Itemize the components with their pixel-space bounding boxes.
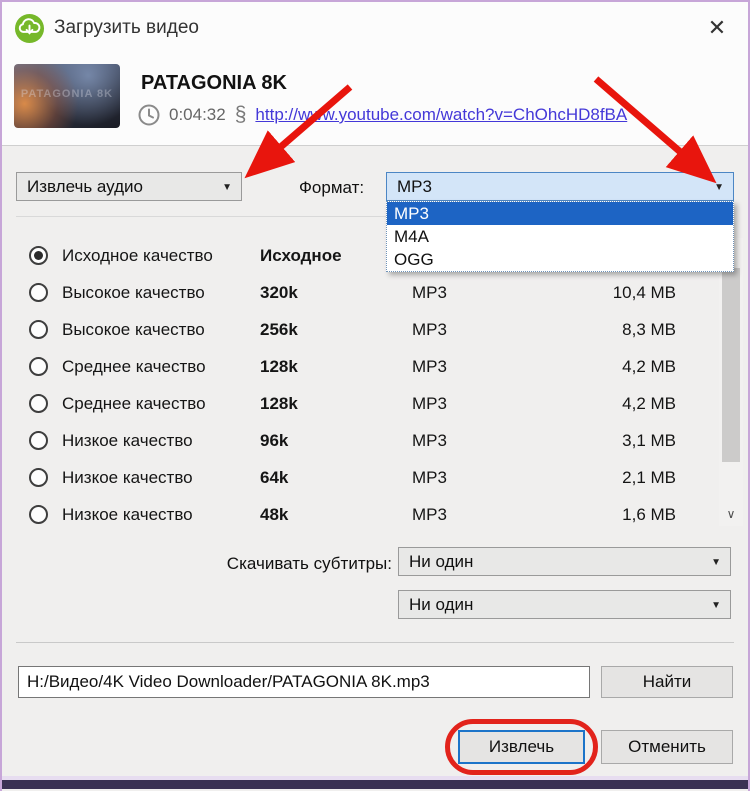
radio-unselected[interactable] [29,357,48,376]
radio-unselected[interactable] [29,468,48,487]
quality-bitrate: 256k [260,320,298,340]
chevron-down-icon: ▼ [711,557,721,568]
quality-bitrate: 320k [260,283,298,303]
chevron-down-icon: ▼ [714,182,724,193]
quality-size: 8,3 MB [536,320,676,340]
quality-size: 2,1 MB [536,468,676,488]
scrollbar[interactable]: ∧ ∨ [719,238,743,526]
format-option-ogg[interactable]: OGG [387,248,733,271]
clock-icon [138,104,160,126]
subtitles-select-1-value: Ни один [409,552,473,572]
format-option-mp3[interactable]: MP3 [387,202,733,225]
format-dropdown-popup: MP3 M4A OGG [386,201,734,272]
quality-bitrate: 128k [260,394,298,414]
radio-unselected[interactable] [29,505,48,524]
quality-row[interactable]: Низкое качество 64k MP3 2,1 MB [16,459,716,496]
close-icon[interactable]: ✕ [702,13,732,43]
quality-size: 10,4 MB [536,283,676,303]
radio-unselected[interactable] [29,431,48,450]
radio-selected[interactable] [29,246,48,265]
quality-row[interactable]: Среднее качество 128k MP3 4,2 MB [16,385,716,422]
radio-unselected[interactable] [29,394,48,413]
output-path-input[interactable] [18,666,590,698]
video-meta: 0:04:32 § http://www.youtube.com/watch?v… [138,102,627,128]
quality-bitrate: 48k [260,505,288,525]
format-label: Формат: [299,178,364,198]
extract-button[interactable]: Извлечь [458,730,585,764]
subtitles-select-2-value: Ни один [409,595,473,615]
format-option-m4a[interactable]: M4A [387,225,733,248]
subtitles-select-2[interactable]: Ни один ▼ [398,590,731,619]
divider [16,642,734,643]
quality-format: MP3 [412,505,447,525]
quality-row[interactable]: Высокое качество 256k MP3 8,3 MB [16,311,716,348]
quality-label: Высокое качество [62,320,205,340]
quality-label: Среднее качество [62,357,206,377]
browse-button[interactable]: Найти [601,666,733,698]
video-duration: 0:04:32 [169,105,226,125]
quality-bitrate: 128k [260,357,298,377]
quality-format: MP3 [412,394,447,414]
quality-label: Исходное качество [62,246,213,266]
bottom-bar-dark [2,780,748,789]
quality-row[interactable]: Высокое качество 320k MP3 10,4 MB [16,274,716,311]
quality-bitrate: 96k [260,431,288,451]
scrollbar-down-icon[interactable]: ∨ [719,502,743,526]
quality-row[interactable]: Низкое качество 48k MP3 1,6 MB [16,496,716,533]
link-icon: § [235,103,247,127]
format-select[interactable]: MP3 ▼ [386,172,734,201]
download-video-dialog: Загрузить видео ✕ PATAGONIA 8K PATAGONIA… [0,0,750,791]
chevron-down-icon: ▼ [222,182,232,193]
mode-select[interactable]: Извлечь аудио ▼ [16,172,242,201]
quality-label: Низкое качество [62,431,193,451]
quality-row[interactable]: Среднее качество 128k MP3 4,2 MB [16,348,716,385]
quality-label: Высокое качество [62,283,205,303]
mode-select-value: Извлечь аудио [27,177,143,197]
subtitles-select-1[interactable]: Ни один ▼ [398,547,731,576]
video-thumbnail: PATAGONIA 8K [14,64,120,128]
quality-size: 3,1 MB [536,431,676,451]
radio-unselected[interactable] [29,283,48,302]
video-url-link[interactable]: http://www.youtube.com/watch?v=ChOhcHD8f… [255,105,627,125]
quality-label: Среднее качество [62,394,206,414]
quality-size: 4,2 MB [536,394,676,414]
dialog-title: Загрузить видео [54,17,199,39]
quality-format: MP3 [412,283,447,303]
quality-label: Низкое качество [62,468,193,488]
quality-bitrate: 64k [260,468,288,488]
subtitles-label: Скачивать субтитры: [142,554,392,574]
thumbnail-watermark: PATAGONIA 8K [14,88,120,100]
quality-label: Низкое качество [62,505,193,525]
radio-unselected[interactable] [29,320,48,339]
dialog-header: Загрузить видео ✕ PATAGONIA 8K PATAGONIA… [2,2,748,146]
quality-size: 1,6 MB [536,505,676,525]
quality-bitrate: Исходное [260,246,342,266]
app-logo-icon [14,13,45,44]
video-title: PATAGONIA 8K [141,72,287,95]
quality-format: MP3 [412,320,447,340]
chevron-down-icon: ▼ [711,600,721,611]
quality-row[interactable]: Низкое качество 96k MP3 3,1 MB [16,422,716,459]
quality-size: 4,2 MB [536,357,676,377]
quality-format: MP3 [412,357,447,377]
scrollbar-thumb[interactable] [722,268,740,462]
format-select-value: MP3 [397,177,432,197]
cancel-button[interactable]: Отменить [601,730,733,764]
quality-format: MP3 [412,431,447,451]
quality-format: MP3 [412,468,447,488]
